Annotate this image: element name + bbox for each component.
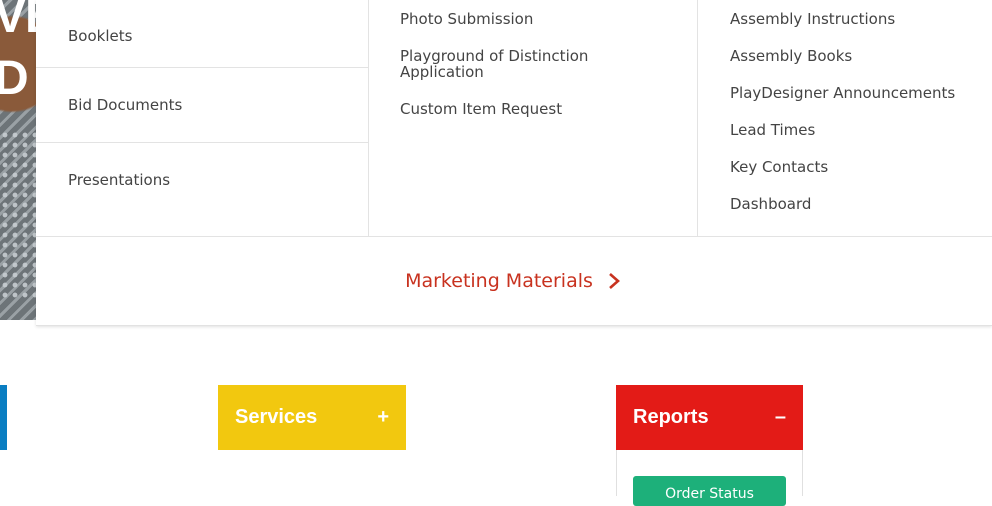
hero-background-image: VED	[0, 0, 40, 320]
order-status-button[interactable]: Order Status	[633, 476, 786, 506]
services-label: Services	[235, 406, 318, 428]
hero-headline-partial: VED	[0, 0, 40, 105]
menu-link-lead-times[interactable]: Lead Times	[730, 121, 815, 139]
menu-item-booklets[interactable]: Booklets	[36, 0, 368, 68]
mega-menu-panel: Booklets Bid Documents Presentations Pho…	[36, 0, 992, 326]
collapse-minus-icon: –	[774, 406, 786, 428]
blue-tile-edge[interactable]	[0, 385, 7, 450]
expand-plus-icon: +	[377, 406, 389, 428]
chevron-right-icon	[609, 273, 620, 289]
mega-menu-column-2: Photo Submission Playground of Distincti…	[369, 0, 698, 236]
menu-link-playground-of-distinction[interactable]: Playground of Distinction Application	[400, 48, 620, 80]
menu-item-presentations[interactable]: Presentations	[36, 143, 368, 236]
menu-link-playdesigner-announcements[interactable]: PlayDesigner Announcements	[730, 84, 955, 102]
marketing-materials-link[interactable]: Marketing Materials	[405, 270, 623, 292]
menu-link-key-contacts[interactable]: Key Contacts	[730, 158, 828, 176]
menu-item-label: Bid Documents	[68, 96, 183, 114]
menu-link-assembly-instructions[interactable]: Assembly Instructions	[730, 10, 895, 28]
menu-item-label: Booklets	[68, 26, 133, 45]
menu-link-dashboard[interactable]: Dashboard	[730, 195, 811, 213]
menu-item-label: Presentations	[68, 171, 171, 189]
menu-item-bid-documents[interactable]: Bid Documents	[36, 68, 368, 143]
menu-link-photo-submission[interactable]: Photo Submission	[400, 11, 620, 27]
mega-menu-footer: Marketing Materials	[36, 236, 992, 325]
mega-menu-column-1: Booklets Bid Documents Presentations	[36, 0, 369, 236]
reports-tile[interactable]: Reports –	[616, 385, 803, 450]
menu-link-assembly-books[interactable]: Assembly Books	[730, 47, 852, 65]
menu-link-custom-item-request[interactable]: Custom Item Request	[400, 101, 620, 117]
marketing-materials-label: Marketing Materials	[405, 270, 593, 292]
mega-menu-column-3: Assembly Instructions Assembly Books Pla…	[698, 0, 992, 236]
reports-label: Reports	[633, 406, 709, 428]
services-tile[interactable]: Services +	[218, 385, 406, 450]
